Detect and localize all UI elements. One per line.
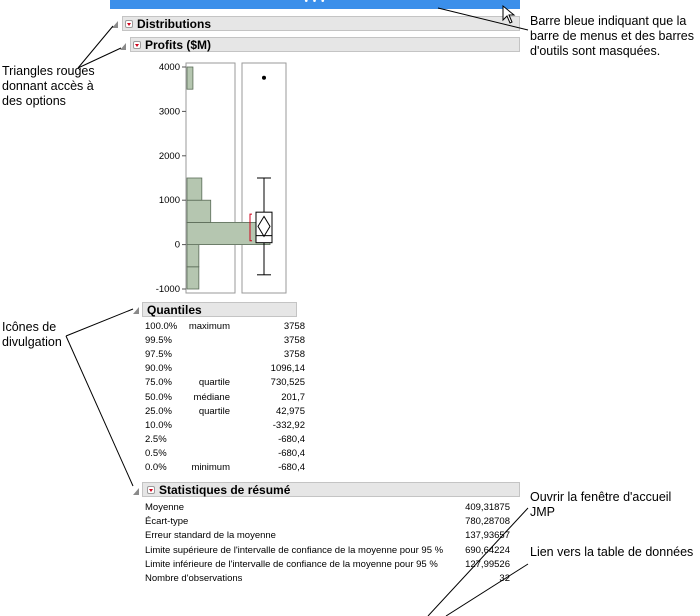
callout-line bbox=[65, 335, 134, 487]
callout-line bbox=[427, 507, 529, 616]
callout-lines bbox=[65, 4, 529, 616]
callout-line bbox=[437, 7, 529, 31]
callout-line bbox=[445, 563, 529, 616]
callout-line bbox=[77, 47, 122, 69]
cursor-icon bbox=[502, 4, 516, 24]
callout-line bbox=[77, 25, 114, 69]
callout-line bbox=[65, 308, 134, 337]
